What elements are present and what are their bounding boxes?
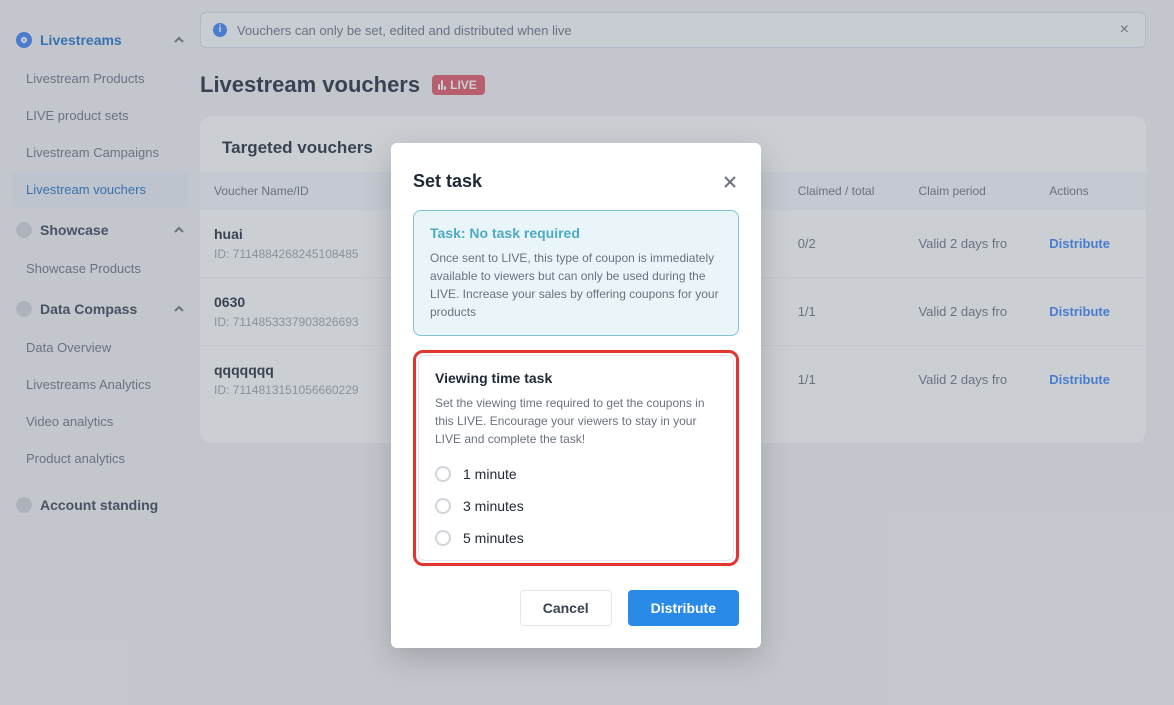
tutorial-highlight: Viewing time task Set the viewing time r… xyxy=(413,350,739,566)
viewing-time-option-1min[interactable]: 1 minute xyxy=(435,466,717,482)
viewing-time-option-3min[interactable]: 3 minutes xyxy=(435,498,717,514)
task-option-no-task[interactable]: Task: No task required Once sent to LIVE… xyxy=(413,210,739,336)
radio-icon xyxy=(435,530,451,546)
viewing-time-option-5min[interactable]: 5 minutes xyxy=(435,530,717,546)
cancel-button[interactable]: Cancel xyxy=(520,590,612,626)
task-title: Viewing time task xyxy=(435,370,717,386)
radio-icon xyxy=(435,498,451,514)
option-label: 5 minutes xyxy=(463,530,524,546)
task-description: Once sent to LIVE, this type of coupon i… xyxy=(430,249,722,321)
task-option-viewing-time[interactable]: Viewing time task Set the viewing time r… xyxy=(418,355,734,561)
close-icon xyxy=(723,175,737,189)
option-label: 3 minutes xyxy=(463,498,524,514)
modal-close-button[interactable] xyxy=(721,173,739,191)
set-task-modal: Set task Task: No task required Once sen… xyxy=(391,143,761,648)
radio-icon xyxy=(435,466,451,482)
option-label: 1 minute xyxy=(463,466,517,482)
task-title: Task: No task required xyxy=(430,225,722,241)
modal-title: Set task xyxy=(413,171,721,192)
task-description: Set the viewing time required to get the… xyxy=(435,394,717,448)
distribute-button[interactable]: Distribute xyxy=(628,590,739,626)
